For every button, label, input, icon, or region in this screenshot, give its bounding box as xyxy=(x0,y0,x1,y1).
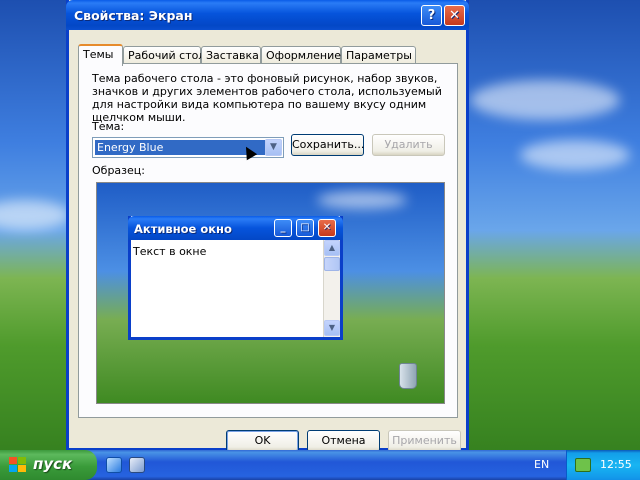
minimize-icon: _ xyxy=(274,219,292,237)
start-button[interactable]: пуск xyxy=(0,450,97,480)
scroll-down-icon: ▼ xyxy=(324,320,340,336)
tab-label: Параметры xyxy=(346,49,412,62)
language-indicator[interactable]: EN xyxy=(534,458,549,471)
apply-button[interactable]: Применить xyxy=(388,430,461,452)
save-theme-button[interactable]: Сохранить... xyxy=(291,134,364,156)
theme-select-value: Energy Blue xyxy=(95,140,265,155)
chevron-down-icon[interactable]: ▼ xyxy=(265,139,282,156)
windows-logo-icon xyxy=(9,457,27,473)
preview-active-window: Активное окно _ □ ✕ Текст в окне ▲ ▼ xyxy=(128,216,343,340)
help-button[interactable]: ? xyxy=(421,5,442,26)
display-properties-dialog: Свойства: Экран ? ✕ Темы Рабочий стол За… xyxy=(66,0,469,452)
preview-scrollbar: ▲ ▼ xyxy=(323,240,340,337)
recycle-bin-icon xyxy=(399,363,417,389)
start-label: пуск xyxy=(33,455,73,473)
tab-label: Заставка xyxy=(206,49,259,62)
delete-theme-button[interactable]: Удалить xyxy=(372,134,445,156)
network-icon[interactable] xyxy=(575,458,591,472)
dialog-titlebar[interactable]: Свойства: Экран ? ✕ xyxy=(66,0,469,30)
preview-window-text: Текст в окне xyxy=(133,245,207,258)
sample-label: Образец: xyxy=(92,164,145,177)
scroll-thumb xyxy=(324,257,340,271)
maximize-icon: □ xyxy=(296,219,314,237)
wallpaper-cloud xyxy=(0,200,70,230)
wallpaper-cloud xyxy=(520,140,630,170)
tab-label: Оформление xyxy=(266,49,341,62)
wallpaper-cloud xyxy=(470,80,620,120)
tab-themes[interactable]: Темы xyxy=(78,44,123,66)
help-icon: ? xyxy=(427,8,436,23)
cancel-button[interactable]: Отмена xyxy=(307,430,380,452)
close-icon: ✕ xyxy=(449,8,460,23)
tab-label: Рабочий стол xyxy=(128,49,206,62)
theme-preview: Активное окно _ □ ✕ Текст в окне ▲ ▼ xyxy=(96,182,445,404)
theme-description: Тема рабочего стола - это фоновый рисуно… xyxy=(92,72,442,124)
scroll-up-icon: ▲ xyxy=(324,240,340,256)
show-desktop-icon[interactable] xyxy=(129,457,145,473)
preview-window-title: Активное окно xyxy=(134,222,232,236)
preview-window-titlebar: Активное окно _ □ ✕ xyxy=(128,216,343,240)
internet-explorer-icon[interactable] xyxy=(106,457,122,473)
system-tray: 12:55 xyxy=(566,450,640,480)
close-button[interactable]: ✕ xyxy=(444,5,465,26)
taskbar: пуск EN 12:55 xyxy=(0,450,640,480)
clock[interactable]: 12:55 xyxy=(600,458,632,471)
tab-label: Темы xyxy=(83,48,114,61)
close-icon: ✕ xyxy=(318,219,336,237)
preview-cloud xyxy=(317,191,407,209)
theme-label: Тема: xyxy=(92,120,125,133)
dialog-title: Свойства: Экран xyxy=(74,8,193,23)
ok-button[interactable]: OK xyxy=(226,430,299,452)
